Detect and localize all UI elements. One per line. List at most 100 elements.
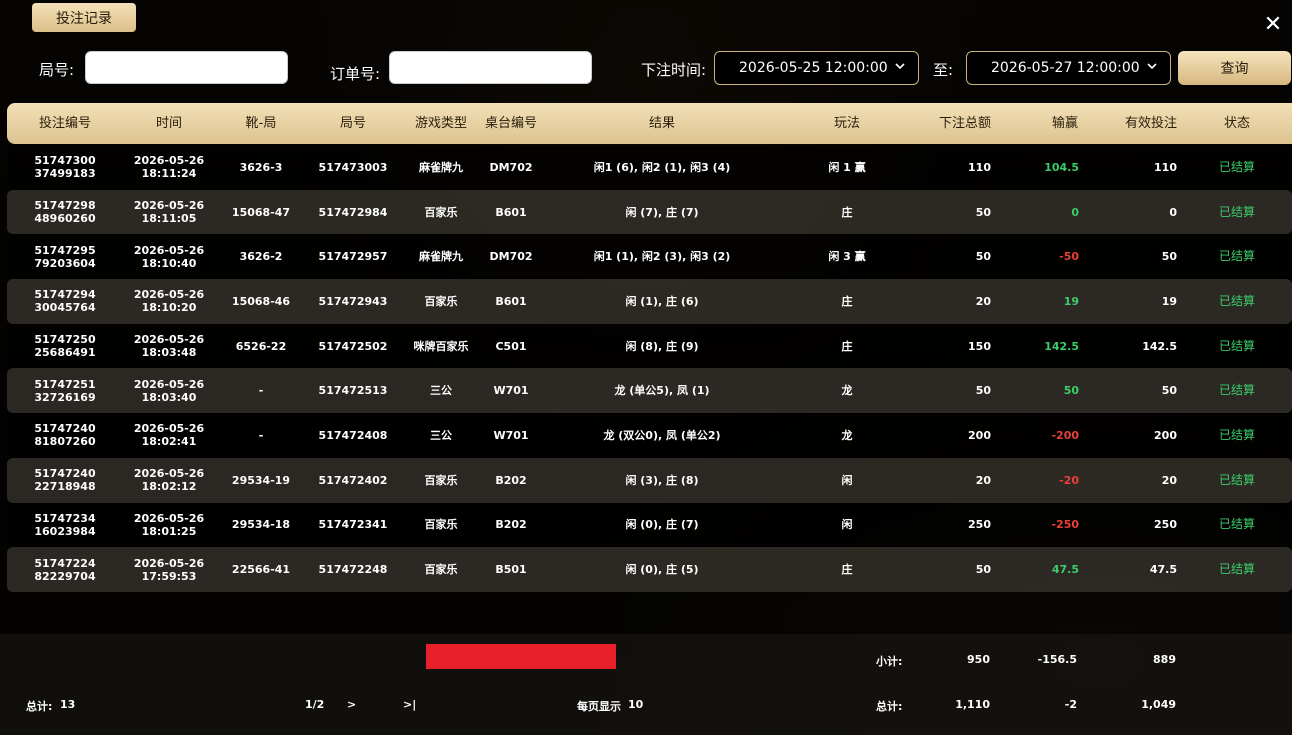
cell-status: 已结算 (1197, 279, 1277, 324)
round-label: 局号: (39, 61, 75, 79)
cell-game: 百家乐 (401, 279, 481, 324)
per-page-value[interactable]: 10 (628, 698, 643, 711)
cell-round: 517472513 (313, 368, 393, 413)
cell-table: W701 (471, 368, 551, 413)
subtotal-label: 小计: (876, 655, 903, 668)
table-value: W701 (493, 428, 529, 442)
table-value: B501 (495, 563, 527, 577)
result-value: 闲 (1), 庄 (6) (625, 294, 699, 308)
bet-id-line2: 79203604 (34, 256, 96, 270)
close-icon[interactable]: ✕ (1260, 12, 1286, 38)
bet-id-line1: 51747224 (34, 556, 96, 570)
next-page-button[interactable]: > (347, 698, 356, 711)
cell-round: 517472248 (313, 547, 393, 592)
cell-table: B601 (471, 190, 551, 235)
cell-game: 百家乐 (401, 190, 481, 235)
bet-record-dialog: 投注记录 ✕ 局号: 订单号: 下注时间: 2026-05-25 12:00:0… (0, 0, 1292, 735)
dialog-title-tab: 投注记录 (32, 3, 136, 32)
cell-status: 已结算 (1197, 547, 1277, 592)
cell-time: 2026-05-26 18:11:24 (129, 145, 209, 190)
cell-win-loss: 47.5 (1007, 547, 1079, 592)
header-play: 玩法 (833, 116, 860, 131)
result-value: 闲 (8), 庄 (9) (625, 339, 699, 353)
table-row: 51747298 48960260 2026-05-26 18:11:05 15068-… (7, 189, 1292, 235)
cell-table: DM702 (471, 145, 551, 190)
table-value: B202 (495, 473, 527, 487)
cell-game: 麻雀牌九 (401, 234, 481, 279)
cell-bet-id: 51747298 48960260 (25, 190, 105, 235)
bet-date: 2026-05-26 (133, 467, 205, 481)
cell-amount: 50 (907, 234, 991, 279)
cell-valid: 0 (1097, 190, 1177, 235)
bet-id-line1: 51747294 (34, 288, 96, 302)
bet-time: 18:02:12 (141, 480, 197, 494)
cell-shoe: 15068-46 (221, 279, 301, 324)
round-input[interactable] (85, 51, 288, 84)
shoe-value: 6526-22 (235, 339, 287, 353)
result-value: 闲 (0), 庄 (7) (625, 518, 699, 532)
cell-game: 咪牌百家乐 (401, 324, 481, 369)
bet-id-line2: 30045764 (34, 301, 96, 315)
table-row: 51747240 81807260 2026-05-26 18:02:41 - 51747… (7, 413, 1292, 458)
cell-win-loss: 142.5 (1007, 324, 1079, 369)
status-badge: 已结算 (1218, 427, 1255, 442)
cell-game: 百家乐 (401, 547, 481, 592)
bet-id-line1: 51747250 (34, 333, 96, 347)
bet-date: 2026-05-26 (133, 556, 205, 570)
amount-value: 20 (975, 294, 991, 308)
shoe-value: 15068-46 (231, 294, 291, 308)
cell-status: 已结算 (1197, 324, 1277, 369)
round-value: 517472502 (318, 339, 388, 353)
cell-valid: 50 (1097, 234, 1177, 279)
query-button[interactable]: 查询 (1178, 51, 1291, 85)
valid-value: 47.5 (1149, 563, 1177, 577)
table-row: 51747294 30045764 2026-05-26 18:10:20 15068-… (7, 279, 1292, 324)
end-time-select[interactable]: 2026-05-27 12:00:00 (966, 51, 1171, 85)
dialog-title: 投注记录 (56, 10, 112, 27)
last-page-button[interactable]: >| (403, 698, 416, 711)
start-time-value: 2026-05-25 12:00:00 (739, 60, 888, 76)
shoe-value: 22566-41 (231, 563, 291, 577)
cell-shoe: 29534-19 (221, 458, 301, 503)
cell-shoe: - (221, 368, 301, 413)
bet-id-line2: 32726169 (34, 390, 96, 404)
round-value: 517472408 (318, 428, 388, 442)
shoe-value: 15068-47 (231, 205, 291, 219)
cell-game: 三公 (401, 413, 481, 458)
total-amount: 1,110 (955, 698, 990, 711)
result-value: 闲 (0), 庄 (5) (625, 563, 699, 577)
cell-game: 百家乐 (401, 503, 481, 548)
cell-win-loss: 50 (1007, 368, 1079, 413)
order-input[interactable] (389, 51, 592, 84)
cell-table: B202 (471, 458, 551, 503)
start-time-select[interactable]: 2026-05-25 12:00:00 (714, 51, 919, 85)
table-value: C501 (495, 339, 527, 353)
cell-bet-id: 51747251 32726169 (25, 368, 105, 413)
cell-valid: 50 (1097, 368, 1177, 413)
bet-time: 18:03:48 (141, 346, 197, 360)
win-loss-value: 47.5 (1051, 563, 1079, 577)
amount-value: 150 (968, 339, 991, 353)
bet-date: 2026-05-26 (133, 154, 205, 168)
play-value: 闲 (841, 518, 853, 532)
cell-result: 闲 (0), 庄 (7) (542, 503, 782, 548)
bet-id-line2: 48960260 (34, 212, 96, 226)
bet-records-table: 51747300 37499183 2026-05-26 18:11:24 3626-3… (7, 145, 1292, 592)
cell-play: 庄 (807, 324, 887, 369)
game-value: 百家乐 (424, 563, 458, 577)
game-value: 百家乐 (424, 473, 458, 487)
cell-time: 2026-05-26 18:11:05 (129, 190, 209, 235)
game-value: 麻雀牌九 (419, 160, 463, 174)
amount-value: 110 (968, 160, 991, 174)
header-time: 时间 (155, 116, 182, 131)
amount-value: 50 (975, 250, 991, 264)
filter-bar: 局号: 订单号: 下注时间: 2026-05-25 12:00:00 至: 20… (0, 50, 1292, 90)
bet-date: 2026-05-26 (133, 377, 205, 391)
cell-result: 闲 (7), 庄 (7) (542, 190, 782, 235)
cell-play: 闲 (807, 503, 887, 548)
bet-date: 2026-05-26 (133, 288, 205, 302)
status-badge: 已结算 (1218, 293, 1255, 308)
round-value: 517472402 (318, 473, 388, 487)
game-value: 百家乐 (424, 294, 458, 308)
game-value: 三公 (430, 428, 452, 442)
